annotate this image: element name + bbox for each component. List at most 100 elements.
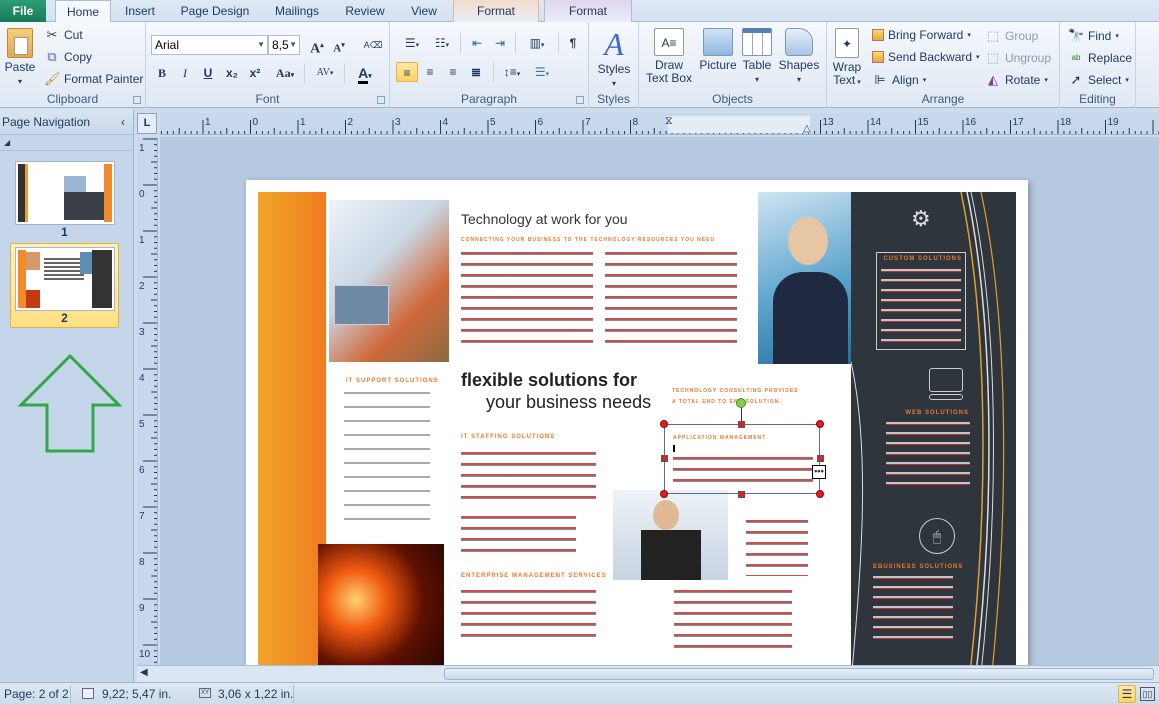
resize-handle-left[interactable] xyxy=(661,455,668,462)
picture-button[interactable]: Picture xyxy=(695,28,741,72)
page-thumbnail-2[interactable]: 2 xyxy=(10,243,119,328)
selected-text-box[interactable]: APPLICATION MANAGEMENT xyxy=(664,424,820,494)
subscript-button[interactable]: x₂ xyxy=(221,63,243,83)
change-case-button[interactable]: Aa▾ xyxy=(270,63,300,83)
shrink-font-button[interactable]: A▾ xyxy=(328,35,350,55)
web-solutions-heading[interactable]: WEB SOLUTIONS xyxy=(891,410,969,416)
tab-stop-selector[interactable]: L xyxy=(137,113,157,134)
rotation-handle[interactable] xyxy=(736,398,746,408)
tab-file[interactable]: File xyxy=(0,0,46,22)
it-staffing-text[interactable] xyxy=(461,448,596,504)
italic-button[interactable]: I xyxy=(174,63,196,83)
right-indent-marker-icon[interactable]: △ xyxy=(803,123,811,134)
show-marks-button[interactable]: ¶ xyxy=(562,33,584,53)
it-support-list[interactable] xyxy=(344,387,430,527)
font-color-button[interactable]: A▾ xyxy=(350,63,380,84)
underline-button[interactable]: U xyxy=(197,63,219,83)
publication-page[interactable]: Technology at work for you CONNECTING YO… xyxy=(246,180,1028,665)
paragraph-launcher[interactable] xyxy=(576,96,584,104)
ungroup-button[interactable]: ⬚ Ungroup xyxy=(985,50,1051,66)
draw-text-box-button[interactable]: A≡ Draw Text Box xyxy=(643,28,695,85)
horizontal-scroll-thumb[interactable] xyxy=(444,668,1154,680)
tab-home[interactable]: Home xyxy=(55,0,111,23)
justify-button[interactable]: ≣ xyxy=(465,62,487,82)
paragraph-spacing-button[interactable]: ☰▾ xyxy=(528,62,556,82)
document-canvas[interactable]: Technology at work for you CONNECTING YO… xyxy=(160,137,1159,665)
align-button[interactable]: ⊫ Align ▾ xyxy=(872,72,926,88)
align-center-button[interactable]: ≡ xyxy=(419,62,441,82)
line-spacing-button[interactable]: ↕≡▾ xyxy=(498,62,526,82)
resize-handle-top-left[interactable] xyxy=(660,420,668,428)
wrap-text-button[interactable]: ✦ Wrap Text ▾ xyxy=(830,28,864,89)
clipboard-launcher[interactable] xyxy=(133,96,141,104)
character-spacing-button[interactable]: AV▾ xyxy=(310,63,340,83)
horizontal-scrollbar[interactable]: ◀ xyxy=(137,665,1159,682)
page-title[interactable]: Technology at work for you xyxy=(461,211,628,227)
tab-review[interactable]: Review xyxy=(336,0,394,22)
vertical-ruler[interactable]: 1 0 1 2 3 4 5 6 7 8 9 10 xyxy=(137,137,158,665)
headline-line-1[interactable]: flexible solutions for xyxy=(461,370,637,391)
increase-indent-button[interactable]: ⇥ xyxy=(489,33,511,53)
format-painter-button[interactable]: 🖌 Format Painter xyxy=(44,71,143,87)
enterprise-heading[interactable]: ENTERPRISE MANAGEMENT SERVICES xyxy=(461,573,607,579)
web-solutions-text[interactable] xyxy=(886,418,970,490)
right-column-text[interactable] xyxy=(746,516,808,576)
woman-at-computer-photo[interactable] xyxy=(613,490,728,580)
clear-formatting-icon[interactable]: A⌫ xyxy=(362,35,384,55)
send-backward-button[interactable]: Send Backward ▾ xyxy=(872,50,980,64)
collapse-chevron-icon[interactable]: ‹ xyxy=(121,109,125,135)
align-right-button[interactable]: ≡ xyxy=(442,62,464,82)
ebusiness-solutions-heading[interactable]: EBUSINESS SOLUTIONS xyxy=(873,564,963,570)
enterprise-text[interactable] xyxy=(461,586,596,642)
tab-mailings[interactable]: Mailings xyxy=(263,0,331,22)
shapes-button[interactable]: Shapes ▾ xyxy=(775,28,823,86)
resize-handle-bottom-right[interactable] xyxy=(816,490,824,498)
resize-handle-top-right[interactable] xyxy=(816,420,824,428)
font-launcher[interactable] xyxy=(377,96,385,104)
resize-handle-bottom[interactable] xyxy=(738,491,745,498)
bullets-button[interactable]: ☰▾ xyxy=(398,33,426,53)
body-text-column-1[interactable] xyxy=(461,248,593,348)
styles-button[interactable]: A Styles ▾ xyxy=(592,28,636,90)
horizontal-ruler[interactable]: 101234567891213141516171819 ⧖ △ xyxy=(160,113,1159,135)
indent-marker-icon[interactable]: ⧖ xyxy=(665,115,673,128)
cut-button[interactable]: ✂ Cut xyxy=(44,27,83,43)
bring-forward-button[interactable]: Bring Forward ▾ xyxy=(872,28,971,42)
single-page-view-button[interactable]: ☰ xyxy=(1118,685,1136,703)
text-overflow-indicator[interactable]: ••• xyxy=(812,465,826,479)
columns-button[interactable]: ▥▾ xyxy=(521,33,553,53)
numbering-button[interactable]: ☷▾ xyxy=(428,33,456,53)
tab-insert[interactable]: Insert xyxy=(115,0,165,22)
page-indicator[interactable]: Page: 2 of 2 xyxy=(4,687,69,701)
custom-solutions-box[interactable]: CUSTOM SOLUTIONS xyxy=(876,252,966,350)
table-button[interactable]: Table ▾ xyxy=(737,28,777,86)
bottom-bullets[interactable] xyxy=(674,586,792,652)
rotate-button[interactable]: ◭ Rotate ▾ xyxy=(985,72,1048,88)
it-staffing-heading[interactable]: IT STAFFING SOLUTIONS xyxy=(461,434,555,440)
team-photo[interactable] xyxy=(329,200,449,362)
find-button[interactable]: 🔭 Find ▾ xyxy=(1068,28,1119,44)
tab-page-design[interactable]: Page Design xyxy=(170,0,260,22)
superscript-button[interactable]: x² xyxy=(244,63,266,83)
two-page-spread-button[interactable]: ▯▯ xyxy=(1140,687,1155,701)
paste-button[interactable]: Paste ▾ xyxy=(2,28,38,88)
it-support-heading[interactable]: IT SUPPORT SOLUTIONS xyxy=(346,378,439,384)
ebusiness-solutions-text[interactable] xyxy=(873,572,953,644)
tab-format-text[interactable]: Format xyxy=(544,0,632,22)
scroll-left-arrow-icon[interactable]: ◀ xyxy=(140,667,148,678)
it-staffing-bullets[interactable] xyxy=(461,512,576,560)
bold-button[interactable]: B xyxy=(151,63,173,83)
headline-line-2[interactable]: your business needs xyxy=(486,392,651,413)
decrease-indent-button[interactable]: ⇤ xyxy=(466,33,488,53)
consulting-line-2[interactable]: A TOTAL END TO END SOLUTION. xyxy=(672,399,782,405)
grow-font-button[interactable]: A▴ xyxy=(306,35,328,57)
copy-button[interactable]: ⧉ Copy xyxy=(44,49,92,65)
replace-button[interactable]: ab Replace xyxy=(1068,50,1132,66)
resize-handle-right[interactable] xyxy=(817,455,824,462)
resize-handle-bottom-left[interactable] xyxy=(660,490,668,498)
group-button[interactable]: ⬚ Group xyxy=(985,28,1039,44)
select-button[interactable]: ➚ Select ▾ xyxy=(1068,72,1129,88)
page-subtitle[interactable]: CONNECTING YOUR BUSINESS TO THE TECHNOLO… xyxy=(461,237,715,243)
tab-format-drawing[interactable]: Format xyxy=(453,0,539,22)
page-thumbnail-1[interactable]: 1 xyxy=(10,161,119,239)
